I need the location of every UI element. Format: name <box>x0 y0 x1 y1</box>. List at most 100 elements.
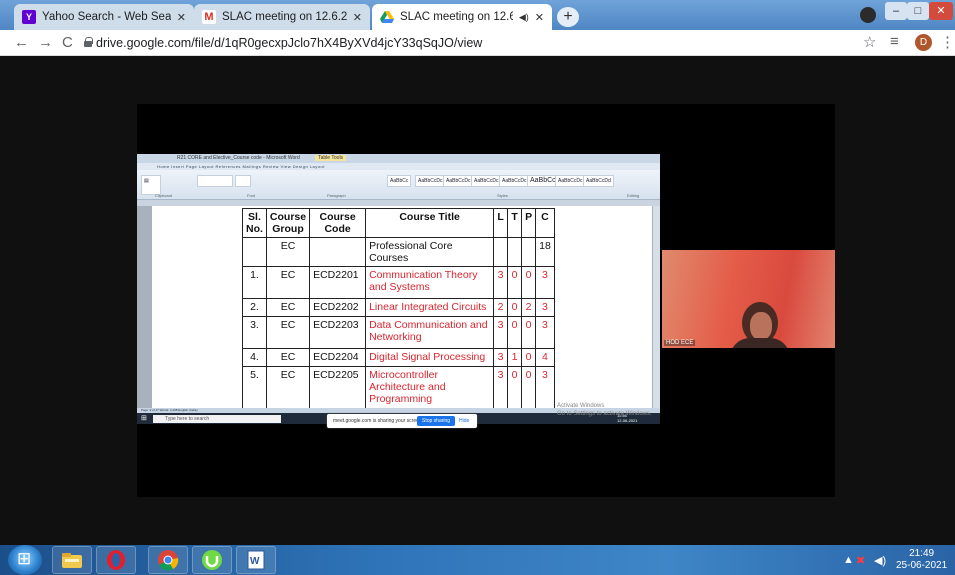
cell-p: 0 <box>521 266 537 299</box>
style-heading-2[interactable]: AaBbCcDc <box>471 175 502 187</box>
new-tab-button[interactable]: + <box>557 7 579 27</box>
table-row: 5. EC ECD2205 Microcontroller Architecture … <box>242 366 555 413</box>
style-no-spacing[interactable]: AaBbCcDc <box>415 175 446 187</box>
start-button[interactable] <box>8 545 42 575</box>
font-size-box[interactable] <box>235 175 251 187</box>
explorer-icon[interactable] <box>52 546 92 574</box>
address-bar: ← → C drive.google.com/file/d/1qR0gecxpJ… <box>0 30 955 56</box>
cell-l: 3 <box>493 348 509 367</box>
cell-p: 0 <box>521 316 537 349</box>
clock-date: 25-06-2021 <box>896 560 948 571</box>
activate-windows-watermark: Activate Windows Go to Settings to activ… <box>557 403 652 417</box>
cell-course-group: EC <box>265 366 311 413</box>
reading-list-icon[interactable]: ≡ <box>890 33 899 50</box>
word-title: R21 CORE and Elective_Course code - Micr… <box>177 155 300 161</box>
style-strong[interactable]: AaBbCcDd <box>583 175 614 187</box>
cell-course-code <box>309 237 367 267</box>
audio-playing-icon: ◀) <box>518 11 529 22</box>
table-row: 4. EC ECD2204 Digital Signal Processing 3 1 0 4 <box>242 348 555 367</box>
opera-icon[interactable] <box>96 546 136 574</box>
table-row: 3. EC ECD2203 Data Communication and Networ… <box>242 316 555 349</box>
style-emphasis[interactable]: AaBbCcDc <box>555 175 586 187</box>
back-icon[interactable]: ← <box>14 34 29 51</box>
font-name-box[interactable] <box>197 175 233 187</box>
bookmark-star-icon[interactable]: ☆ <box>863 33 876 51</box>
document-page: Sl. No. Course Group Course Code Course … <box>152 206 652 424</box>
cell-l <box>493 237 509 267</box>
yahoo-icon: Y <box>22 10 36 24</box>
hide-banner-button[interactable]: Hide <box>459 414 469 428</box>
cell-l: 3 <box>493 316 509 349</box>
cell-course-group: EC <box>265 298 311 317</box>
cell-course-code: ECD2204 <box>309 348 367 367</box>
header-course-group: Course Group <box>265 208 311 238</box>
inner-start-icon[interactable]: ⊞ <box>141 414 147 422</box>
inner-search-box[interactable]: Type here to search <box>153 415 281 423</box>
cell-l: 2 <box>493 298 509 317</box>
vertical-scrollbar[interactable] <box>653 206 660 411</box>
browser-profile-icon[interactable] <box>860 7 876 23</box>
ribbon-tabs[interactable]: Home Insert Page Layout References Maili… <box>137 163 660 170</box>
style-normal[interactable]: AaBbCc <box>387 175 412 187</box>
participant-video: HOD ECE <box>662 250 835 348</box>
cell-sl-no: 2. <box>242 298 267 317</box>
cell-course-title: Microcontroller Architecture and Program… <box>365 366 495 413</box>
table-row: 1. EC ECD2201 Communication Theory and Syst… <box>242 266 555 299</box>
cell-course-group: EC <box>265 237 311 267</box>
antivirus-icon[interactable]: ✖ <box>856 554 865 567</box>
cell-t: 0 <box>507 266 523 299</box>
table-header-row: Sl. No. Course Group Course Code Course … <box>242 208 555 238</box>
profile-avatar[interactable]: D <box>915 34 932 51</box>
stop-sharing-button[interactable]: Stop sharing <box>417 416 456 426</box>
tab-yahoo-search[interactable]: Y Yahoo Search - Web Search ✕ <box>14 4 194 30</box>
close-tab-icon[interactable]: ✕ <box>177 11 186 24</box>
style-subtitle[interactable]: AaBbCc <box>527 175 559 187</box>
taskbar-clock[interactable]: 21:49 25-06-2021 <box>896 548 947 572</box>
close-tab-icon[interactable]: ✕ <box>353 11 362 24</box>
clock-time: 21:49 <box>909 548 935 559</box>
ribbon: ▤ AaBbCc AaBbCcDc AaBbCcDc AaBbCcDc AaBb… <box>137 170 660 200</box>
cell-t <box>507 237 523 267</box>
close-tab-icon[interactable]: ✕ <box>535 11 544 24</box>
cell-t: 0 <box>507 316 523 349</box>
cell-c: 3 <box>535 298 555 317</box>
maximize-button[interactable]: □ <box>907 2 929 20</box>
group-editing: Editing <box>627 193 640 198</box>
cell-sl-no: 5. <box>242 366 267 413</box>
course-table: Sl. No. Course Group Course Code Course … <box>242 208 555 424</box>
tab-gmail-slac[interactable]: M SLAC meeting on 12.6.2021 @ 10 ✕ <box>194 4 370 30</box>
cell-t: 1 <box>507 348 523 367</box>
forward-icon[interactable]: → <box>38 34 53 51</box>
group-styles: Styles <box>497 193 508 198</box>
group-clipboard: Clipboard <box>155 193 173 198</box>
cell-course-group: EC <box>265 316 311 349</box>
cell-c: 3 <box>535 266 555 299</box>
cell-l: 3 <box>493 266 509 299</box>
paste-icon[interactable]: ▤ <box>141 175 161 195</box>
cell-course-group: EC <box>265 348 311 367</box>
cell-course-title: Digital Signal Processing <box>365 348 495 367</box>
show-hidden-icons[interactable]: ▲ <box>843 554 854 566</box>
cell-c: 4 <box>535 348 555 367</box>
style-heading-1[interactable]: AaBbCcDc <box>443 175 474 187</box>
word-title-bar: R21 CORE and Elective_Course code - Micr… <box>137 154 660 163</box>
close-window-button[interactable]: ✕ <box>929 2 953 20</box>
upwork-icon[interactable] <box>192 546 232 574</box>
cell-course-title: Data Communication and Networking <box>365 316 495 349</box>
cell-p: 0 <box>521 366 537 413</box>
chrome-icon[interactable] <box>148 546 188 574</box>
minimize-button[interactable]: – <box>885 2 907 20</box>
cell-t: 0 <box>507 366 523 413</box>
drive-icon <box>380 10 394 24</box>
menu-icon[interactable]: ⋮ <box>940 33 955 51</box>
url-field[interactable]: drive.google.com/file/d/1qR0gecxpJclo7hX… <box>96 36 482 50</box>
volume-icon[interactable]: ◀) <box>874 554 886 567</box>
cell-t: 0 <box>507 298 523 317</box>
reload-icon[interactable]: C <box>62 34 73 51</box>
cell-p <box>521 237 537 267</box>
cell-c: 3 <box>535 366 555 413</box>
word-icon[interactable]: W <box>236 546 276 574</box>
style-title[interactable]: AaBbCcDc <box>499 175 530 187</box>
tab-drive-slac[interactable]: SLAC meeting on 12.6.2021 ◀) ✕ <box>372 4 552 30</box>
group-paragraph: Paragraph <box>327 193 346 198</box>
